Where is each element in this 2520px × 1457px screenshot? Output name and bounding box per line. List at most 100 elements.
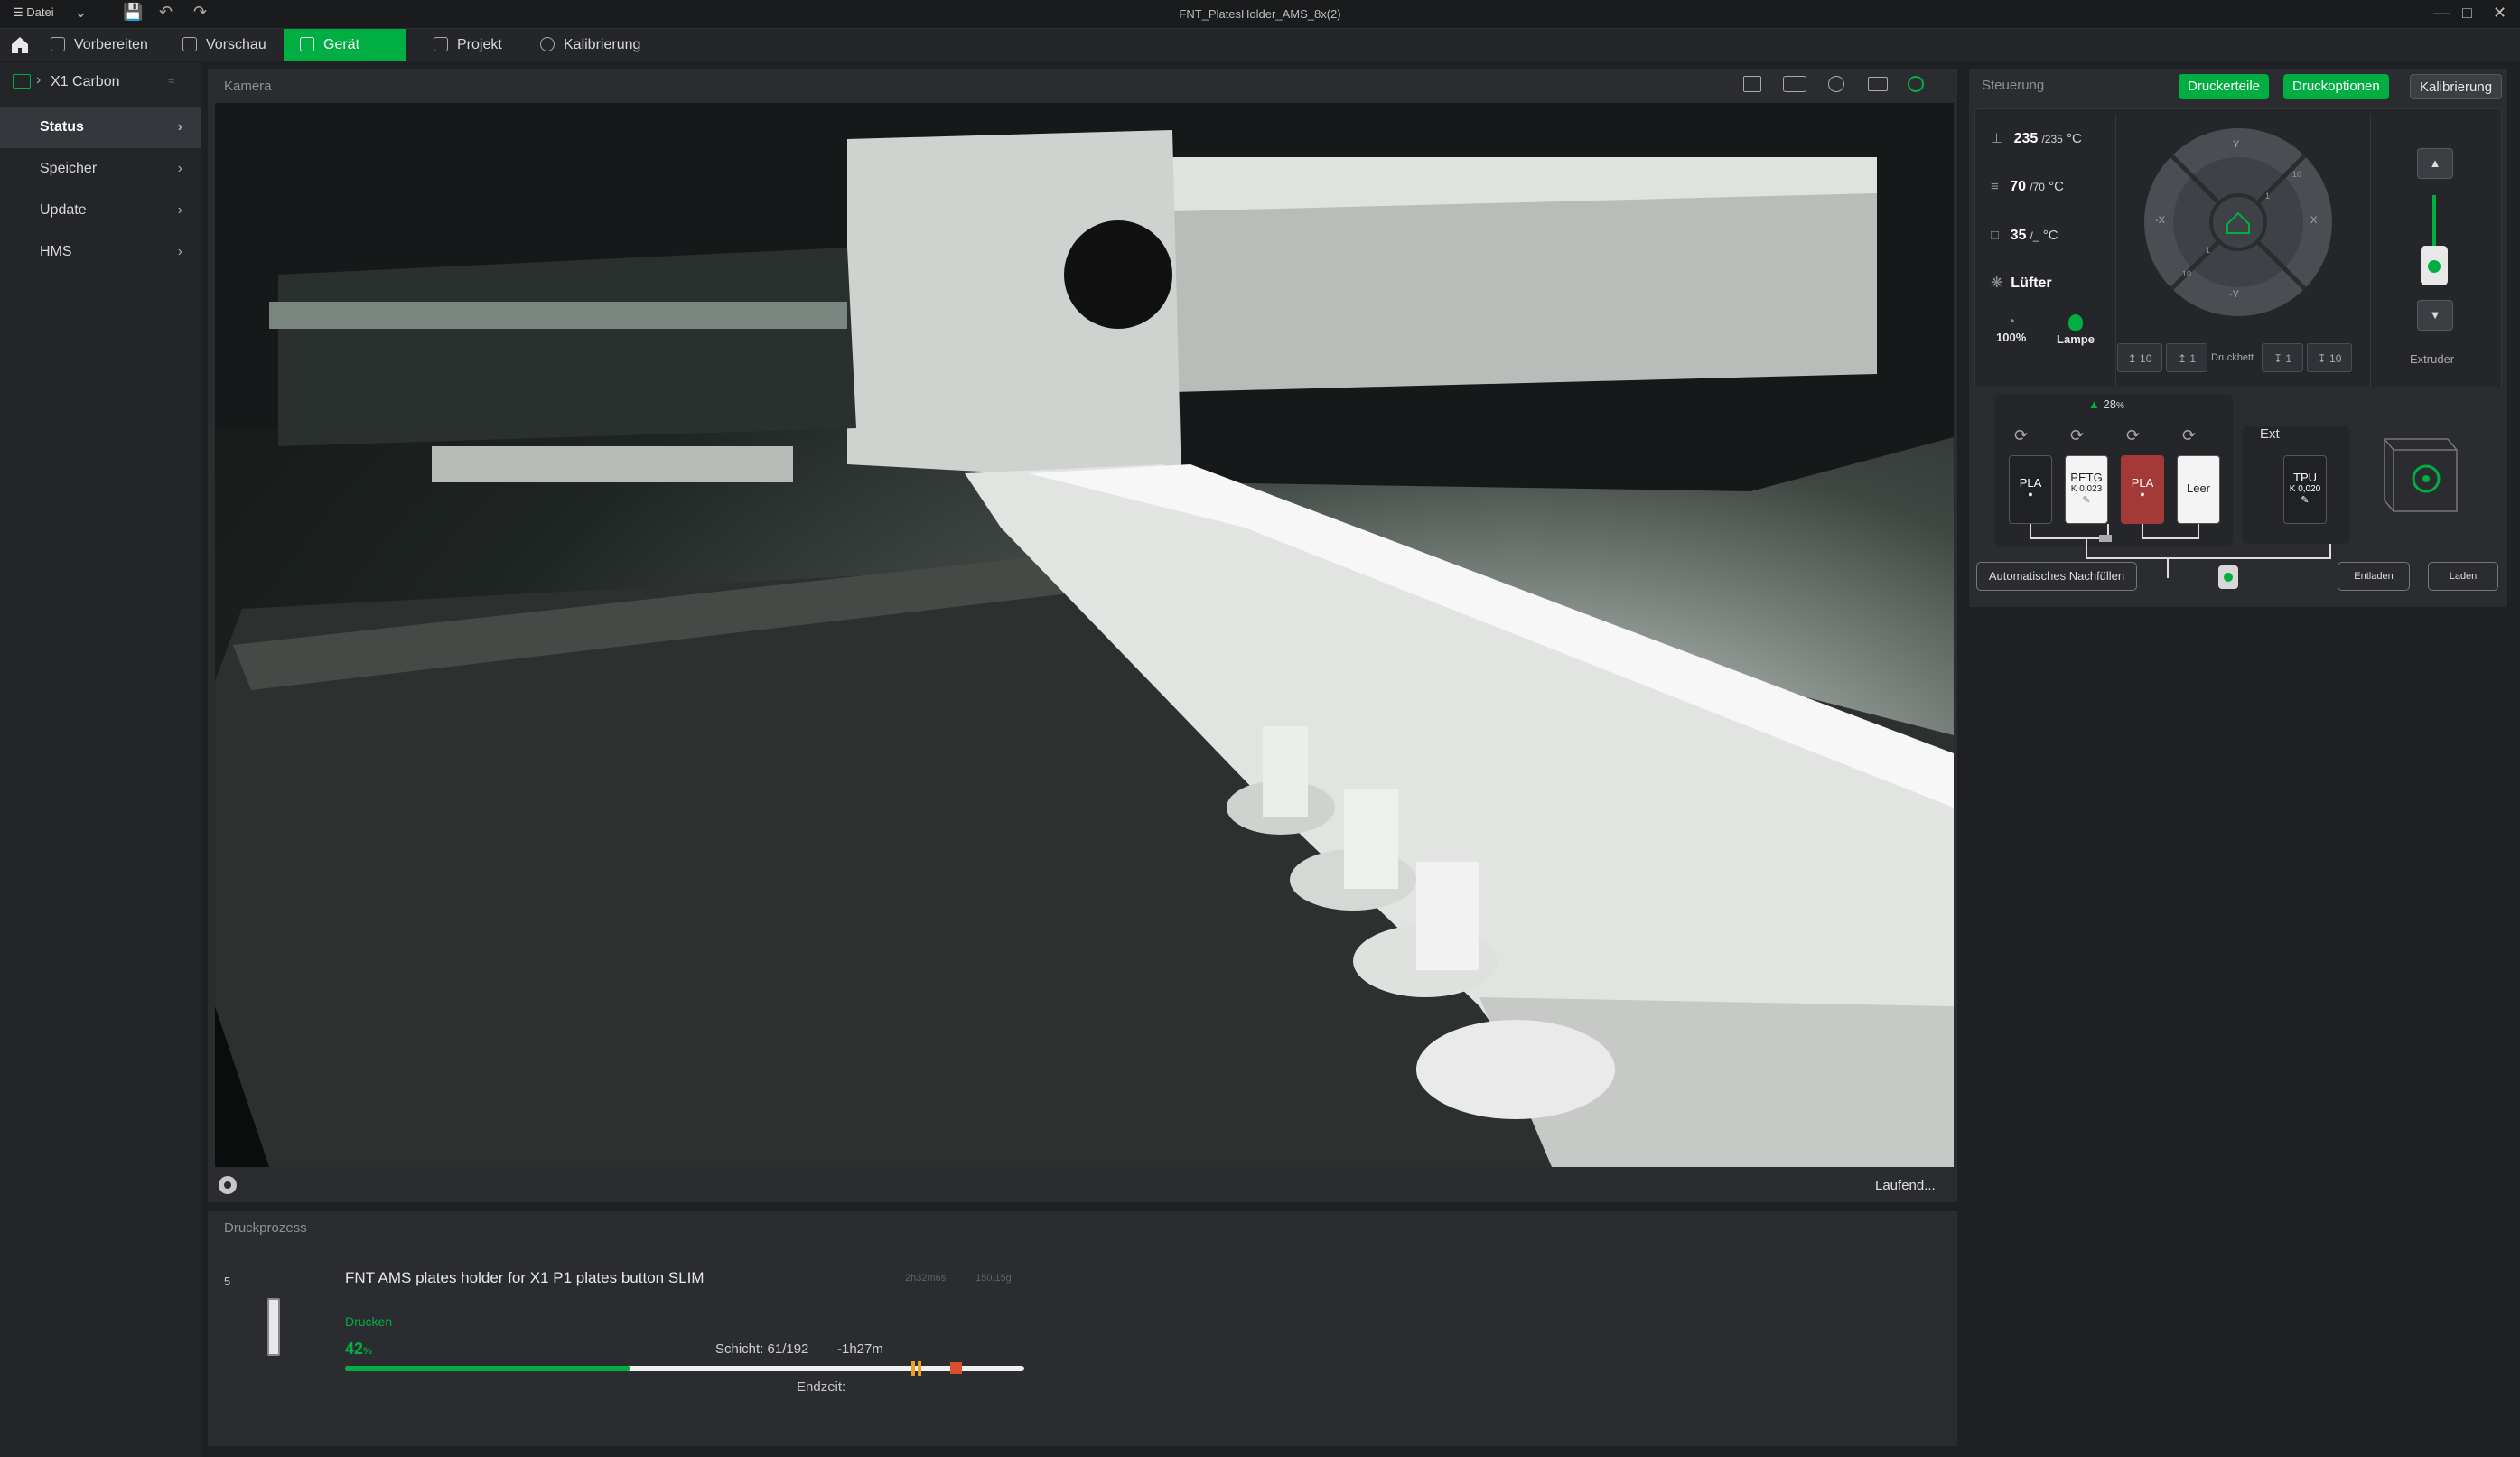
refresh-icon[interactable]: ⟳ <box>2126 426 2140 445</box>
calibration-icon <box>540 37 555 51</box>
load-button[interactable]: Laden <box>2428 562 2498 591</box>
close-icon[interactable]: ✕ <box>2493 4 2506 23</box>
tab-device[interactable]: Gerät <box>284 29 406 61</box>
ams-slot-2[interactable]: PETG K 0,023 ✎ <box>2065 455 2108 524</box>
jog-x-minus[interactable]: -X <box>2155 215 2165 226</box>
speed-value: 100% <box>1996 331 2027 344</box>
nozzle-icon: ⊥ <box>1991 131 2003 146</box>
bed-icon: ≡ <box>1991 179 1999 194</box>
calibration-button[interactable]: Kalibrierung <box>2410 74 2503 99</box>
refresh-icon[interactable]: ⟳ <box>2182 426 2196 445</box>
tab-prepare[interactable]: Vorbereiten <box>34 29 164 61</box>
jog-wheel[interactable]: Y -Y X -X 10 1 1 10 <box>2142 126 2334 318</box>
chamber-icon: □ <box>1991 228 2000 243</box>
job-duration: 2h32m6s <box>905 1273 947 1284</box>
bed-down-1-button[interactable]: ↧ 1 <box>2262 343 2303 372</box>
sidebar: › X1 Carbon ≈ Status › Speicher › Update › … <box>0 63 201 1457</box>
video-icon[interactable] <box>1868 77 1888 91</box>
project-icon <box>434 37 448 51</box>
refresh-icon[interactable]: ⟳ <box>2014 426 2028 445</box>
bed-down-10-button[interactable]: ↧ 10 <box>2307 343 2352 372</box>
control-title: Steuerung <box>1982 78 2045 93</box>
tab-calibration-label: Kalibrierung <box>564 37 641 52</box>
unload-button[interactable]: Entladen <box>2338 562 2410 591</box>
extruder-up-button[interactable]: ▲ <box>2417 148 2453 179</box>
edit-icon: ✎ <box>2301 495 2310 506</box>
ams-slot-1[interactable]: PLA ● <box>2009 455 2052 524</box>
extruder-label: Extruder <box>2410 352 2455 366</box>
chamber-temperature[interactable]: □ 35 /_ °C <box>1991 228 2058 244</box>
bed-temperature[interactable]: ≡ 70 /70 °C <box>1991 179 2064 195</box>
auto-refill-button[interactable]: Automatisches Nachfüllen <box>1976 562 2137 591</box>
chevron-right-icon: › <box>177 161 182 176</box>
sidebar-item-hms[interactable]: HMS › <box>0 231 201 273</box>
main-nav: Vorbereiten Vorschau Gerät Projekt Kalib… <box>0 29 2520 61</box>
slot-k-value: K 0,020 <box>2289 484 2321 494</box>
print-options-button[interactable]: Druckoptionen <box>2283 74 2389 99</box>
jog-step-label: 1 <box>2206 246 2211 255</box>
refresh-icon[interactable]: ⟳ <box>2070 426 2084 445</box>
bed-up-1-label: 1 <box>2189 352 2197 365</box>
ams-slot-4[interactable]: Leer <box>2177 455 2220 524</box>
hub-icon <box>2218 565 2238 589</box>
camera-title: Kamera <box>224 79 272 94</box>
jog-y-plus[interactable]: Y <box>2233 139 2239 150</box>
layers-icon <box>182 37 197 51</box>
jog-x-plus[interactable]: X <box>2310 215 2317 226</box>
printer-cube-icon <box>2384 438 2458 512</box>
chamber-target: /_ <box>2030 229 2039 242</box>
recording-icon[interactable] <box>1828 76 1844 92</box>
sidebar-item-status[interactable]: Status › <box>0 107 201 148</box>
layer-info: Schicht: 61/192 <box>715 1341 809 1357</box>
tab-calibration[interactable]: Kalibrierung <box>524 29 657 61</box>
edit-icon: ✎ <box>2082 495 2091 506</box>
device-icon <box>300 37 314 51</box>
camera-stream <box>215 103 1954 1167</box>
nozzle-unit: °C <box>2067 131 2082 146</box>
humidity-value: 28 <box>2103 397 2116 411</box>
lamp-control[interactable]: Lampe <box>2049 314 2103 346</box>
remaining-time: -1h27m <box>837 1341 883 1357</box>
eye-icon: ● <box>2140 490 2145 499</box>
sidebar-item-label: HMS <box>40 244 72 259</box>
chevron-right-icon[interactable]: › <box>36 72 41 89</box>
tab-project[interactable]: Projekt <box>417 29 518 61</box>
chevron-right-icon: › <box>177 202 182 218</box>
camera-image <box>215 103 1954 1167</box>
external-slot[interactable]: TPU K 0,020 ✎ <box>2283 455 2327 524</box>
bed-up-1-button[interactable]: ↥ 1 <box>2166 343 2207 372</box>
minimize-icon[interactable]: — <box>2433 4 2450 23</box>
ams-humidity: ▲ 28% <box>2088 397 2124 411</box>
printer-parts-button[interactable]: Druckerteile <box>2179 74 2270 99</box>
slot-material: PLA <box>2019 476 2042 490</box>
camera-settings-icon[interactable] <box>1908 76 1924 92</box>
stop-button[interactable] <box>950 1362 962 1374</box>
timelapse-icon[interactable] <box>1783 76 1806 92</box>
printer-name[interactable]: X1 Carbon <box>51 74 120 90</box>
nozzle-target: /235 <box>2041 133 2063 145</box>
jog-y-minus[interactable]: -Y <box>2229 289 2239 300</box>
title-bar: ☰ Datei ⌄ 💾 ↶ ↷ FNT_PlatesHolder_AMS_8x(… <box>0 0 2520 29</box>
sd-card-icon[interactable] <box>1743 76 1761 92</box>
fan-control[interactable]: ❋ Lüfter <box>1991 274 2052 292</box>
bed-target: /70 <box>2030 181 2045 193</box>
bed-up-10-button[interactable]: ↥ 10 <box>2117 343 2162 372</box>
tab-preview[interactable]: Vorschau <box>166 29 283 61</box>
sidebar-item-label: Speicher <box>40 161 98 176</box>
camera-toggle-button[interactable] <box>219 1176 237 1194</box>
nozzle-temperature[interactable]: ⊥ 235 /235 °C <box>1991 130 2082 147</box>
speed-control[interactable]: ◔ 100% <box>1996 314 2026 344</box>
sidebar-item-update[interactable]: Update › <box>0 190 201 231</box>
sidebar-item-storage[interactable]: Speicher › <box>0 148 201 190</box>
bed-up-10-label: 10 <box>2140 352 2152 365</box>
ams-slot-3[interactable]: PLA ● <box>2121 455 2164 524</box>
humidity-icon: ▲ <box>2088 397 2100 411</box>
extruder-down-button[interactable]: ▼ <box>2417 300 2453 331</box>
eye-icon: ● <box>2028 490 2033 499</box>
lamp-icon <box>2068 314 2083 331</box>
chamber-current: 35 <box>2010 228 2027 243</box>
home-icon[interactable] <box>9 34 31 56</box>
pause-button[interactable] <box>910 1361 923 1376</box>
bed-label: Druckbett <box>2211 352 2254 363</box>
maximize-icon[interactable]: □ <box>2462 4 2472 23</box>
